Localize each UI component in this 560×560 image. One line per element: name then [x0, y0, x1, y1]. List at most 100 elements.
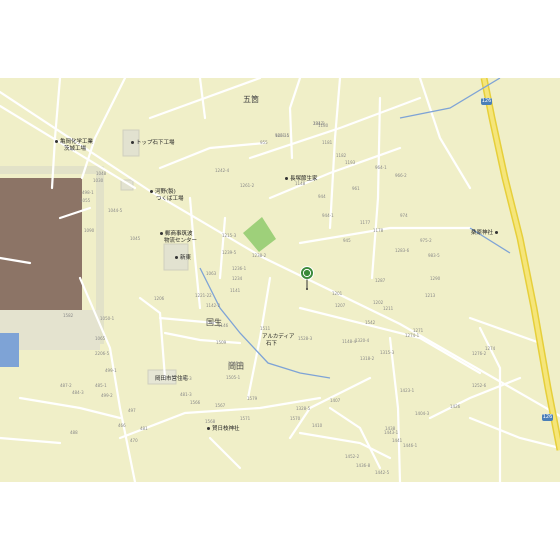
lot-number-label: 1242-4: [215, 168, 230, 173]
lot-number-label: 1287: [375, 278, 386, 283]
poi-label[interactable]: 石下: [266, 341, 277, 348]
poi-label[interactable]: トップ石下工場: [131, 140, 175, 147]
poi-dot-icon: [160, 232, 163, 235]
lot-number-label: 1410: [312, 423, 323, 428]
poi-label[interactable]: 河野(製): [150, 189, 176, 196]
lot-number-label: 1182: [336, 153, 347, 158]
lot-number-label: 1045: [130, 236, 141, 241]
lot-number-label: 1048: [96, 171, 107, 176]
lot-number-label: 1505-3: [228, 361, 243, 366]
poi-label[interactable]: 賀日枝神社: [207, 426, 240, 433]
lot-number-label: 1320-4: [355, 338, 370, 343]
lot-number-label: 1261-2: [240, 183, 255, 188]
lot-number-label: 1236-1: [232, 266, 247, 271]
lot-number-label: 486-3: [180, 376, 192, 381]
lot-number-label: 1283-6: [395, 248, 410, 253]
lot-number-label: 1142-2: [206, 303, 221, 308]
lot-number-label: 1201: [332, 291, 343, 296]
lot-number-label: 1505-1: [226, 375, 241, 380]
lot-number-label: 1044-5: [108, 208, 123, 213]
lot-number-label: 1234: [232, 276, 243, 281]
lot-number-label: 1055: [80, 198, 91, 203]
lot-number-label: 1511: [260, 326, 271, 331]
lot-number-label: 284-3: [313, 121, 325, 126]
lot-number-label: 1141: [230, 288, 241, 293]
lot-number-label: 498-1: [82, 190, 94, 195]
poi-label[interactable]: アルカディア: [262, 334, 294, 341]
lot-number-label: 481: [140, 426, 148, 431]
lot-number-label: 1193: [345, 160, 356, 165]
lot-number-label: 1315-3: [380, 350, 395, 355]
lot-number-label: 1221-22: [195, 293, 212, 298]
lot-number-label: 1030: [93, 178, 104, 183]
lot-number-label: 961: [352, 186, 360, 191]
lot-number-label: 1542: [365, 320, 376, 325]
lot-number-label: 1509: [216, 340, 227, 345]
poi-dot-icon: [175, 256, 178, 259]
lot-number-label: 974: [400, 213, 408, 218]
lot-number-label: 1568: [205, 419, 216, 424]
pond: [0, 333, 19, 367]
lot-number-label: 1276-2: [472, 351, 487, 356]
lot-number-label: 955: [260, 140, 268, 145]
lot-number-label: 1215-3: [222, 233, 237, 238]
poi-dot-icon: [495, 231, 499, 234]
warehouse-building: [0, 178, 82, 313]
lot-number-label: 1407: [330, 398, 341, 403]
lot-number-label: 470: [130, 438, 138, 443]
lot-number-label: 488: [70, 430, 78, 435]
lot-number-label: 1328-5: [296, 406, 311, 411]
lot-number-label: 466: [118, 423, 126, 428]
lot-number-label: 1063: [206, 271, 217, 276]
lot-number-label: 1571: [240, 416, 251, 421]
lot-number-label: 1404-3: [415, 411, 430, 416]
lot-number-label: 485-1: [95, 383, 107, 388]
lot-number-label: 1452-2: [345, 454, 360, 459]
poi-label[interactable]: 郵商事筑波: [160, 231, 193, 238]
lot-number-label: 1570: [290, 416, 301, 421]
lot-number-label: 499-1: [105, 368, 117, 373]
poi-label[interactable]: 亀岡化学工業: [55, 139, 93, 146]
poi-label[interactable]: 新東: [175, 255, 191, 262]
poi-dot-icon: [207, 427, 210, 430]
lot-number-label: 487-2: [60, 383, 72, 388]
lot-number-label: 1202: [373, 300, 384, 305]
area-label: 五箇: [243, 95, 259, 104]
lot-number-label: 1446-1: [403, 443, 418, 448]
lot-number-label: 497: [128, 408, 136, 413]
lot-number-label: 983-5: [428, 253, 440, 258]
lot-number-label: 1582: [63, 313, 74, 318]
poi-label[interactable]: 桑原神社: [471, 230, 500, 237]
poi-label[interactable]: つくば工場: [156, 196, 184, 203]
lot-number-label: 1566: [190, 400, 201, 405]
lot-number-label: 1090: [84, 228, 95, 233]
lot-number-label: 1441: [392, 438, 403, 443]
lot-number-label: 975-2: [420, 238, 432, 243]
lot-number-label: 484-3: [72, 390, 84, 395]
lot-number-label: 966-2: [395, 173, 407, 178]
lot-number-label: 1423-1: [400, 388, 415, 393]
lot-number-label: 1567: [215, 403, 226, 408]
lot-number-label: 1290: [430, 276, 441, 281]
poi-dot-icon: [285, 177, 288, 180]
lot-number-label: 1181: [322, 140, 333, 145]
lot-number-label: 1426: [450, 404, 461, 409]
lot-number-label: 1252-6: [472, 383, 487, 388]
lot-number-label: 1528-3: [298, 336, 313, 341]
poi-label[interactable]: 物流センター: [164, 238, 197, 245]
route-shield: 126: [542, 414, 553, 421]
lot-number-label: 1274-1: [405, 333, 420, 338]
lot-number-label: 481-3: [180, 392, 192, 397]
location-marker-icon[interactable]: [300, 266, 314, 290]
lot-number-label: 1442-5: [375, 470, 390, 475]
lot-number-label: 1177: [360, 220, 371, 225]
lot-number-label: 1579: [247, 396, 258, 401]
lot-number-label: 1178: [373, 228, 384, 233]
map-canvas[interactable]: 126 126 五箇 国生 岡田 亀岡化学工業 茨城工場 トップ石下工場 長塚節…: [0, 78, 560, 482]
lot-number-label: 1274: [485, 346, 496, 351]
lot-number-label: 944-1: [322, 213, 334, 218]
poi-label[interactable]: 茨城工場: [64, 146, 86, 153]
lot-number-label: 1261-1: [275, 133, 290, 138]
poi-dot-icon: [131, 141, 134, 144]
lot-number-label: 1065: [95, 336, 106, 341]
